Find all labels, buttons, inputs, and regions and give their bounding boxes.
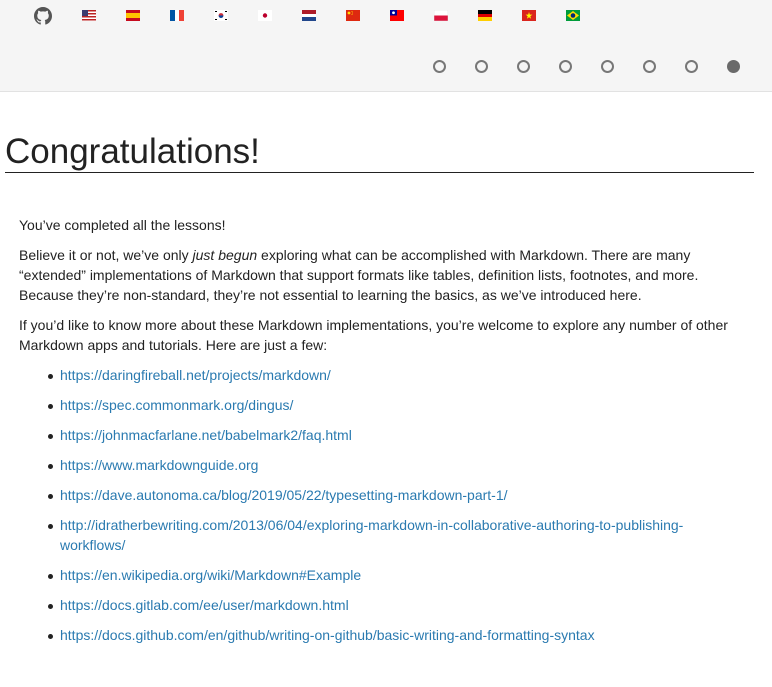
taiwan-flag-icon[interactable] [390,10,404,21]
lesson-dot-7[interactable] [685,60,698,73]
lesson-dot-3[interactable] [517,60,530,73]
completion-message: You’ve completed all the lessons! [19,217,226,233]
list-item: https://johnmacfarlane.net/babelmark2/fa… [19,425,739,445]
list-item: http://idratherbewriting.com/2013/06/04/… [19,515,739,555]
resource-link[interactable]: http://idratherbewriting.com/2013/06/04/… [60,517,683,553]
lesson-dot-6[interactable] [643,60,656,73]
resource-link[interactable]: https://dave.autonoma.ca/blog/2019/05/22… [60,487,508,503]
list-item: https://docs.gitlab.com/ee/user/markdown… [19,595,739,615]
lesson-dot-8-current[interactable] [727,60,740,73]
emphasis-text: just begun [192,247,258,263]
resource-link[interactable]: https://docs.gitlab.com/ee/user/markdown… [60,597,349,613]
lesson-dot-5[interactable] [601,60,614,73]
top-bar [0,0,772,92]
list-item: https://daringfireball.net/projects/mark… [19,365,739,385]
poland-flag-icon[interactable] [434,10,448,21]
resource-link[interactable]: https://en.wikipedia.org/wiki/Markdown#E… [60,567,361,583]
lesson-dot-1[interactable] [433,60,446,73]
page-title: Congratulations! [5,132,754,173]
resource-link[interactable]: https://johnmacfarlane.net/babelmark2/fa… [60,427,352,443]
github-icon[interactable] [34,7,52,25]
list-item: https://www.markdownguide.org [19,455,739,475]
lesson-dot-4[interactable] [559,60,572,73]
list-item: https://docs.github.com/en/github/writin… [19,625,739,645]
netherlands-flag-icon[interactable] [302,10,316,21]
brazil-flag-icon[interactable] [566,10,580,21]
intro-text-start: Believe it or not, we’ve only [19,247,193,263]
japan-flag-icon[interactable] [258,10,272,21]
germany-flag-icon[interactable] [478,10,492,21]
intro-paragraph: Believe it or not, we’ve only just begun… [19,245,739,305]
resource-link-list: https://daringfireball.net/projects/mark… [19,365,739,645]
korea-flag-icon[interactable] [214,10,228,21]
vietnam-flag-icon[interactable] [522,10,536,21]
lesson-body: You’ve completed all the lessons! Believ… [19,215,739,655]
france-flag-icon[interactable] [170,10,184,21]
resource-link[interactable]: https://daringfireball.net/projects/mark… [60,367,331,383]
china-flag-icon[interactable] [346,10,360,21]
lesson-dot-2[interactable] [475,60,488,73]
spain-flag-icon[interactable] [126,10,140,21]
resource-link[interactable]: https://docs.github.com/en/github/writin… [60,627,595,643]
list-item: https://en.wikipedia.org/wiki/Markdown#E… [19,565,739,585]
resources-paragraph: If you’d like to know more about these M… [19,317,728,353]
list-item: https://spec.commonmark.org/dingus/ [19,395,739,415]
us-flag-icon[interactable] [82,10,96,21]
resource-link[interactable]: https://www.markdownguide.org [60,457,258,473]
resource-link[interactable]: https://spec.commonmark.org/dingus/ [60,397,293,413]
list-item: https://dave.autonoma.ca/blog/2019/05/22… [19,485,739,505]
